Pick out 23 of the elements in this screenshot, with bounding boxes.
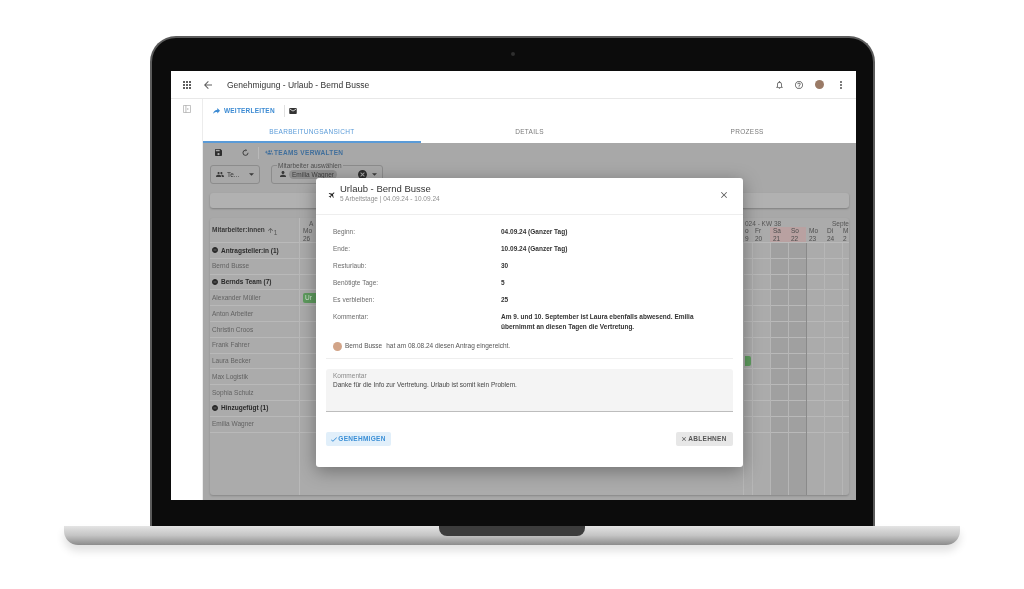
avatar-icon[interactable]: [815, 80, 824, 89]
back-arrow-icon[interactable]: [204, 80, 212, 89]
people-icon: [216, 172, 224, 177]
group-add-icon: [265, 150, 273, 155]
caret-down-icon: [372, 172, 377, 176]
help-icon[interactable]: [795, 80, 803, 89]
close-button[interactable]: [721, 192, 727, 198]
mail-icon[interactable]: [288, 107, 297, 114]
caret-down-icon: [249, 173, 254, 176]
person-icon: [280, 171, 286, 177]
apps-grid-icon[interactable]: [183, 80, 191, 89]
sort-arrow-icon[interactable]: [267, 227, 273, 233]
bell-icon[interactable]: [776, 80, 783, 89]
refresh-icon[interactable]: [242, 149, 249, 156]
page-title: Genehmigung - Urlaub - Bernd Busse: [227, 79, 370, 90]
avatar-icon: [333, 341, 342, 351]
close-icon: [682, 437, 687, 441]
check-icon: [331, 436, 338, 442]
close-icon: [721, 192, 727, 198]
forward-arrow-icon: [213, 107, 220, 114]
save-icon[interactable]: [215, 149, 222, 156]
dialog-title: Urlaub - Bernd Busse: [340, 183, 432, 195]
airplane-icon: [328, 191, 336, 199]
